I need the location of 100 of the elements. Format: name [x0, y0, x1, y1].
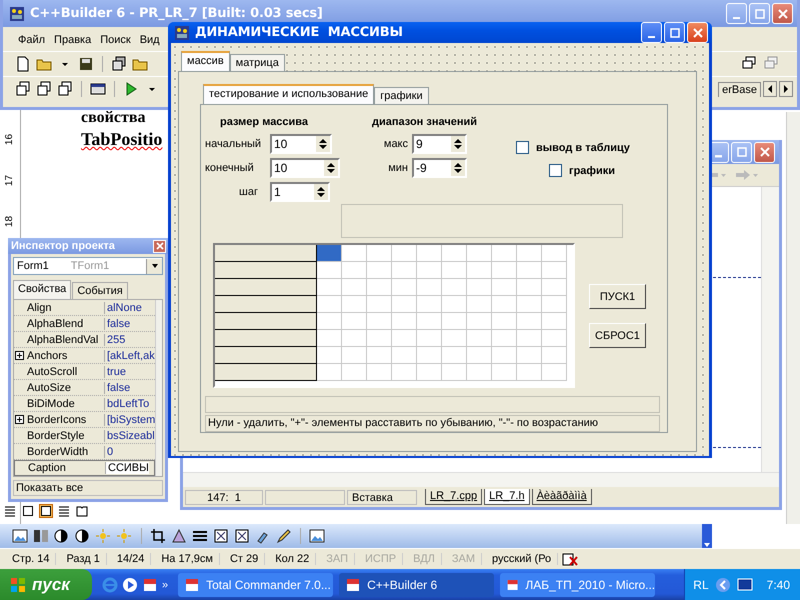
grid-cell[interactable]: [417, 279, 442, 296]
stacked-windows-icon[interactable]: [15, 81, 31, 97]
file-tab[interactable]: LR_7.h: [484, 489, 530, 505]
scrollbar[interactable]: [786, 112, 800, 524]
grid-cell[interactable]: [417, 364, 442, 381]
columns-icon[interactable]: [33, 528, 49, 544]
window-icon[interactable]: [22, 505, 34, 517]
grid-cell[interactable]: [517, 245, 542, 262]
spin-arrows-icon[interactable]: [452, 160, 464, 176]
grid-cell[interactable]: [467, 330, 492, 347]
grid-cell[interactable]: [542, 347, 567, 364]
palette-tab[interactable]: erBase: [718, 82, 761, 96]
grid-cell[interactable]: [542, 313, 567, 330]
inspector-tab[interactable]: События: [72, 282, 128, 299]
grid-cell[interactable]: [467, 279, 492, 296]
lines-icon[interactable]: [58, 505, 70, 517]
property-row[interactable]: Anchors [akLeft,ak: [14, 348, 156, 364]
grid-cell[interactable]: [392, 313, 417, 330]
crop-icon[interactable]: [150, 528, 166, 544]
forward-arrow-icon[interactable]: [735, 169, 759, 181]
maximize-button[interactable]: [664, 22, 685, 43]
chevron-icon[interactable]: [714, 576, 731, 592]
stacked-windows-icon[interactable]: [36, 81, 52, 97]
spin-arrows-icon[interactable]: [315, 184, 327, 200]
toolbar-options-button[interactable]: [702, 524, 712, 548]
grid-cell[interactable]: [317, 296, 342, 313]
number-field[interactable]: 10: [270, 134, 332, 154]
grid-cell[interactable]: [467, 296, 492, 313]
tab[interactable]: графики: [374, 87, 429, 104]
grid-cell[interactable]: [417, 347, 442, 364]
picture-icon[interactable]: [12, 528, 28, 544]
scrollbar[interactable]: [761, 187, 779, 472]
grid-cell[interactable]: [417, 330, 442, 347]
number-field[interactable]: 9: [412, 134, 467, 154]
monitor-icon[interactable]: [736, 576, 753, 592]
grid-cell[interactable]: [367, 296, 392, 313]
grid-cell[interactable]: [392, 245, 417, 262]
sun-icon[interactable]: [96, 528, 112, 544]
grid-cell[interactable]: [342, 347, 367, 364]
menu-item[interactable]: Вид: [140, 33, 160, 47]
close-button[interactable]: [153, 240, 166, 252]
taskbar-button[interactable]: Total Commander 7.0...: [178, 572, 334, 596]
grid-cell[interactable]: [342, 364, 367, 381]
grid-cell[interactable]: [517, 279, 542, 296]
grid-cell[interactable]: [367, 330, 392, 347]
triangle-icon[interactable]: [171, 528, 187, 544]
grid-cell[interactable]: [442, 313, 467, 330]
scroll-right-button[interactable]: [779, 81, 793, 97]
stacked-windows-icon[interactable]: [111, 56, 127, 72]
grid-cell[interactable]: [442, 262, 467, 279]
close-button[interactable]: [687, 22, 708, 43]
expand-icon[interactable]: [15, 351, 24, 360]
expand-icon[interactable]: [15, 415, 24, 424]
grid-cell[interactable]: [492, 296, 517, 313]
grid-cell[interactable]: [542, 330, 567, 347]
grid-cell[interactable]: [442, 364, 467, 381]
grid-cell[interactable]: [392, 296, 417, 313]
grid-cell[interactable]: [442, 330, 467, 347]
grid-cell[interactable]: [367, 313, 392, 330]
grid-cell[interactable]: [317, 262, 342, 279]
start-button[interactable]: пуск: [0, 569, 92, 600]
picture-icon[interactable]: [309, 528, 325, 544]
grid-cell[interactable]: [317, 245, 342, 262]
grid-cell[interactable]: [417, 245, 442, 262]
frame-icon[interactable]: [213, 528, 229, 544]
grid-cell[interactable]: [342, 245, 367, 262]
grid-cell[interactable]: [442, 245, 467, 262]
spin-arrows-icon[interactable]: [317, 136, 329, 152]
grid-cell[interactable]: [492, 245, 517, 262]
grid-cell[interactable]: [467, 347, 492, 364]
grid-cell[interactable]: [317, 279, 342, 296]
grid-cell[interactable]: [392, 330, 417, 347]
grid-cell[interactable]: [367, 262, 392, 279]
scrollbar[interactable]: [155, 300, 162, 476]
grid-cell[interactable]: [517, 347, 542, 364]
grid-cell[interactable]: [342, 279, 367, 296]
window-icon[interactable]: [40, 505, 52, 517]
grid-cell[interactable]: [467, 364, 492, 381]
taskbar-button[interactable]: C++Builder 6: [339, 572, 494, 596]
grid-cell[interactable]: [467, 262, 492, 279]
grid-cell[interactable]: [392, 262, 417, 279]
grid-cell[interactable]: [342, 262, 367, 279]
new-file-icon[interactable]: [15, 56, 31, 72]
contrast-icon[interactable]: [75, 528, 91, 544]
grid-cell[interactable]: [317, 364, 342, 381]
grid-cell[interactable]: [517, 313, 542, 330]
window-icon[interactable]: [90, 81, 106, 97]
file-tab[interactable]: Àèàãðàììà: [532, 489, 592, 505]
number-field[interactable]: 1: [270, 182, 330, 202]
grid-cell[interactable]: [417, 262, 442, 279]
grid-cell[interactable]: [367, 347, 392, 364]
grid-cell[interactable]: [342, 296, 367, 313]
minimize-button[interactable]: [641, 22, 662, 43]
grid-cell[interactable]: [317, 330, 342, 347]
grid-cell[interactable]: [542, 279, 567, 296]
grid-cell[interactable]: [517, 296, 542, 313]
grid-cell[interactable]: [342, 330, 367, 347]
grid-cell[interactable]: [492, 279, 517, 296]
menu-item[interactable]: Файл: [18, 33, 46, 47]
grid-cell[interactable]: [392, 364, 417, 381]
